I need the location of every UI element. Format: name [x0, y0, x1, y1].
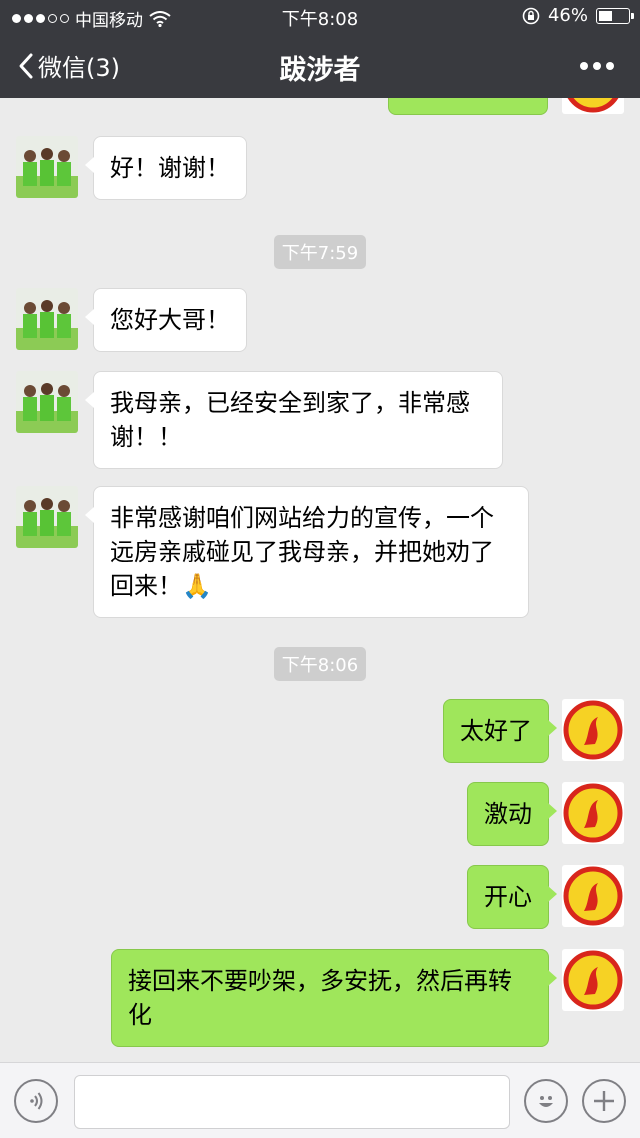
group-photo-avatar — [16, 288, 78, 350]
logo-avatar-icon — [562, 949, 624, 1011]
cut-off-sent-bubble — [388, 98, 548, 115]
my-avatar[interactable] — [562, 98, 624, 114]
received-message[interactable]: 非常感谢咱们网站给力的宣传，一个远房亲戚碰见了我母亲，并把她劝了回来！🙏 — [85, 486, 529, 618]
rotation-lock-icon — [522, 7, 540, 24]
logo-avatar-icon — [562, 782, 624, 844]
my-avatar[interactable] — [562, 699, 624, 761]
sent-message[interactable]: 激动 — [467, 782, 557, 846]
sent-message[interactable]: 开心 — [467, 865, 557, 929]
my-avatar[interactable] — [562, 949, 624, 1011]
battery-percent: 46% — [547, 5, 588, 26]
voice-button[interactable] — [14, 1079, 58, 1123]
battery-area: 46% — [522, 5, 634, 26]
contact-avatar[interactable] — [16, 486, 78, 548]
my-avatar[interactable] — [562, 782, 624, 844]
input-bar — [0, 1062, 640, 1138]
more-options-icon[interactable] — [580, 62, 614, 70]
chat-area[interactable]: 好！谢谢！ 下午7:59 您好大哥！ 我母亲，已经安全到家了，非常感谢！！ 非常… — [0, 98, 640, 1062]
nav-bar: 微信(3) 跋涉者 — [0, 32, 640, 98]
received-message[interactable]: 好！谢谢！ — [85, 136, 247, 200]
sent-message[interactable]: 太好了 — [443, 699, 557, 763]
top-bar: 中国移动 下午8:08 46% 微信(3) 跋涉者 — [0, 0, 640, 98]
received-message[interactable]: 我母亲，已经安全到家了，非常感谢！！ — [85, 371, 503, 469]
battery-icon — [596, 7, 634, 24]
add-button[interactable] — [582, 1079, 626, 1123]
contact-avatar[interactable] — [16, 371, 78, 433]
timestamp: 下午8:06 — [0, 647, 640, 681]
logo-avatar-icon — [562, 699, 624, 761]
contact-avatar[interactable] — [16, 288, 78, 350]
timestamp: 下午7:59 — [0, 235, 640, 269]
logo-avatar-icon — [562, 98, 624, 114]
message-input[interactable] — [74, 1075, 510, 1129]
plus-icon — [594, 1091, 614, 1111]
chat-title: 跋涉者 — [279, 55, 361, 86]
sent-message[interactable]: 接回来不要吵架，多安抚，然后再转化 — [111, 949, 557, 1047]
received-message[interactable]: 您好大哥！ — [85, 288, 247, 352]
emoji-button[interactable] — [524, 1079, 568, 1123]
contact-avatar[interactable] — [16, 136, 78, 198]
group-photo-avatar — [16, 136, 78, 198]
status-bar: 中国移动 下午8:08 46% — [0, 0, 640, 32]
group-photo-avatar — [16, 371, 78, 433]
voice-icon — [30, 1092, 43, 1110]
group-photo-avatar — [16, 486, 78, 548]
my-avatar[interactable] — [562, 865, 624, 927]
logo-avatar-icon — [562, 865, 624, 927]
emoji-icon — [539, 1096, 553, 1107]
